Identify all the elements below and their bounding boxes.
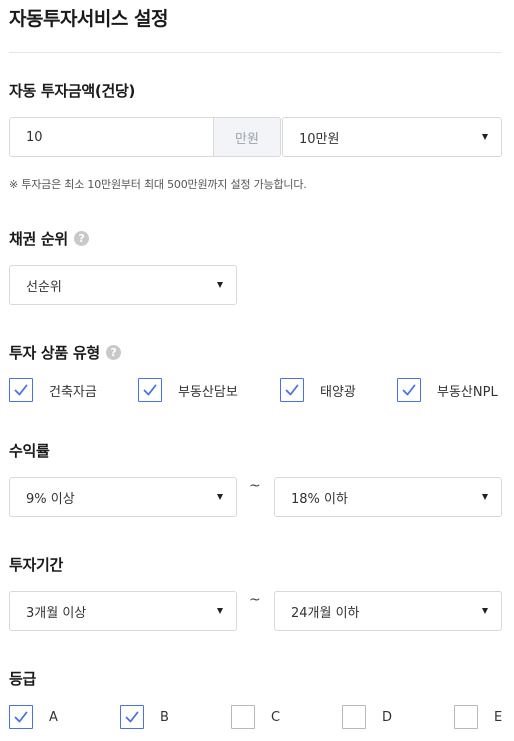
period-min-value: 3개월 이상	[26, 605, 87, 621]
caret-down-icon	[217, 608, 223, 614]
product-type-option[interactable]: 태양광	[280, 378, 356, 402]
grade-option[interactable]: D	[342, 705, 392, 729]
priority-label-text: 채권 순위	[9, 230, 68, 248]
check-icon	[14, 711, 28, 723]
page-title: 자동투자서비스 설정	[9, 8, 168, 30]
checkbox[interactable]	[120, 705, 144, 729]
product-type-option[interactable]: 부동산담보	[138, 378, 238, 402]
period-max-select[interactable]: 24개월 이하	[274, 591, 502, 631]
grade-option[interactable]: C	[231, 705, 280, 729]
amount-label-text: 자동 투자금액(건당)	[9, 82, 136, 100]
yield-label: 수익률	[9, 440, 50, 461]
checkbox[interactable]	[138, 378, 162, 402]
help-icon[interactable]: ?	[73, 231, 89, 246]
yield-label-text: 수익률	[9, 442, 50, 460]
priority-label: 채권 순위 ?	[9, 228, 89, 249]
period-label: 투자기간	[9, 554, 63, 575]
grade-option[interactable]: E	[454, 705, 502, 729]
caret-down-icon	[217, 282, 223, 288]
priority-select[interactable]: 선순위	[9, 265, 237, 305]
range-separator: ~	[249, 478, 261, 494]
grade-option[interactable]: A	[9, 705, 58, 729]
check-icon	[402, 384, 416, 396]
help-icon[interactable]: ?	[105, 345, 121, 360]
option-label: C	[271, 709, 281, 725]
option-label: 부동산담보	[178, 384, 238, 400]
yield-max-value: 18% 이하	[291, 491, 348, 507]
priority-value: 선순위	[26, 279, 62, 295]
amount-label: 자동 투자금액(건당)	[9, 80, 135, 101]
amount-preset-select[interactable]: 10만원	[282, 117, 502, 157]
option-label: D	[382, 709, 393, 725]
product-type-option[interactable]: 건축자금	[9, 378, 97, 402]
option-label: 건축자금	[49, 384, 97, 400]
checkbox[interactable]	[454, 705, 478, 729]
amount-input-group: 만원	[9, 117, 281, 157]
period-min-select[interactable]: 3개월 이상	[9, 591, 237, 631]
checkbox[interactable]	[342, 705, 366, 729]
caret-down-icon	[217, 494, 223, 500]
product-type-label-text: 투자 상품 유형	[9, 344, 100, 362]
caret-down-icon	[482, 134, 488, 140]
amount-unit: 만원	[213, 118, 280, 156]
product-type-option[interactable]: 부동산NPL	[397, 378, 498, 402]
period-max-value: 24개월 이하	[291, 605, 360, 621]
checkbox[interactable]	[9, 705, 33, 729]
period-label-text: 투자기간	[9, 556, 64, 574]
checkbox[interactable]	[9, 378, 33, 402]
grade-label-text: 등급	[9, 670, 37, 688]
yield-min-select[interactable]: 9% 이상	[9, 477, 237, 517]
checkbox[interactable]	[231, 705, 255, 729]
option-label: 부동산NPL	[437, 384, 498, 400]
check-icon	[143, 384, 157, 396]
caret-down-icon	[482, 608, 488, 614]
product-type-label: 투자 상품 유형 ?	[9, 342, 121, 363]
yield-min-value: 9% 이상	[26, 491, 75, 507]
checkbox[interactable]	[397, 378, 421, 402]
grade-label: 등급	[9, 668, 36, 689]
caret-down-icon	[482, 494, 488, 500]
check-icon	[285, 384, 299, 396]
grade-option[interactable]: B	[120, 705, 169, 729]
check-icon	[14, 384, 28, 396]
amount-input[interactable]	[10, 118, 213, 156]
range-separator: ~	[249, 592, 261, 608]
amount-preset-value: 10만원	[299, 131, 340, 147]
option-label: A	[49, 709, 58, 725]
check-icon	[125, 711, 139, 723]
title-divider	[9, 52, 502, 53]
option-label: E	[494, 709, 503, 725]
amount-note: ※ 투자금은 최소 10만원부터 최대 500만원까지 설정 가능합니다.	[9, 178, 307, 191]
option-label: 태양광	[320, 384, 356, 400]
option-label: B	[160, 709, 169, 725]
checkbox[interactable]	[280, 378, 304, 402]
yield-max-select[interactable]: 18% 이하	[274, 477, 502, 517]
